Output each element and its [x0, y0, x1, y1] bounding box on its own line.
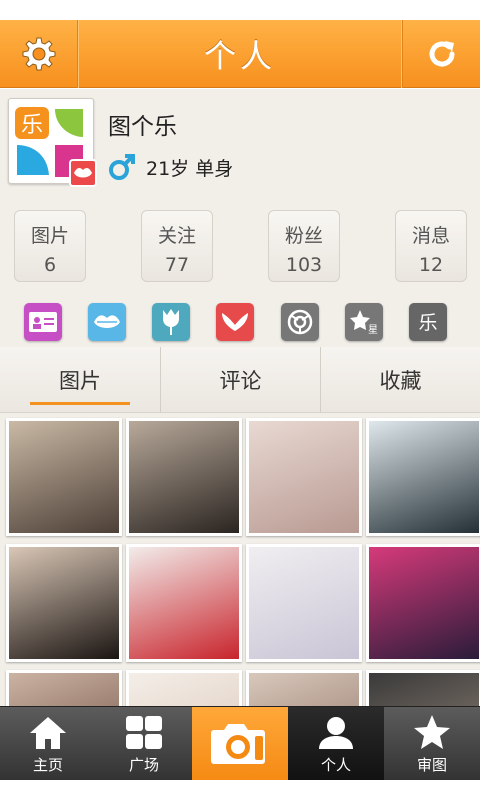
stat-value: 12 — [418, 254, 444, 276]
nav-label: 审图 — [416, 756, 447, 774]
page-title: 个人 — [203, 37, 276, 75]
stat-photos[interactable]: 图片 6 — [14, 210, 86, 282]
tab-favorites[interactable]: 收藏 — [320, 347, 480, 413]
content-area: 乐 图个乐 21岁 单身 图片 6 关注 77 粉丝 103 消息 12 星 乐… — [0, 89, 480, 706]
stat-label: 图片 — [30, 225, 69, 247]
stats-row: 图片 6 关注 77 粉丝 103 消息 12 — [0, 210, 480, 282]
gear-icon — [22, 37, 55, 71]
age-status: 21岁 单身 — [146, 157, 234, 180]
tab-bar: 图片 评论 收藏 — [0, 347, 480, 413]
settings-button[interactable] — [0, 20, 78, 88]
grid-icon — [126, 716, 162, 749]
contact-card-icon[interactable] — [24, 303, 62, 341]
photo-grid — [0, 414, 480, 706]
svg-text:星: 星 — [368, 324, 378, 335]
stat-value: 103 — [285, 254, 323, 276]
username: 图个乐 — [108, 114, 177, 140]
svg-text:乐: 乐 — [418, 312, 437, 334]
photo-thumbnail[interactable] — [246, 544, 362, 662]
refresh-icon — [429, 41, 455, 67]
nav-home[interactable]: 主页 — [0, 707, 96, 781]
photo-thumbnail[interactable] — [6, 418, 122, 536]
tulip-icon[interactable] — [152, 303, 190, 341]
lips-icon[interactable] — [88, 303, 126, 341]
stat-messages[interactable]: 消息 12 — [395, 210, 467, 282]
photo-thumbnail[interactable] — [126, 670, 242, 706]
home-icon — [30, 717, 66, 749]
nav-label: 个人 — [320, 756, 351, 774]
stat-label: 关注 — [157, 225, 196, 247]
avatar[interactable]: 乐 — [8, 98, 97, 187]
status-bar — [0, 0, 480, 20]
stat-label: 消息 — [411, 225, 450, 247]
tab-comments[interactable]: 评论 — [160, 347, 320, 413]
stat-followers[interactable]: 粉丝 103 — [268, 210, 340, 282]
photo-thumbnail[interactable] — [246, 670, 362, 706]
nav-label: 广场 — [128, 756, 159, 774]
photo-thumbnail[interactable] — [6, 670, 122, 706]
profile-meta: 21岁 单身 — [108, 153, 233, 181]
lips-badge-icon — [69, 159, 97, 187]
person-icon — [319, 717, 353, 749]
photo-thumbnail[interactable] — [366, 670, 480, 706]
photo-thumbnail[interactable] — [126, 418, 242, 536]
profile-header: 乐 图个乐 21岁 单身 图片 6 关注 77 粉丝 103 消息 12 — [0, 89, 480, 289]
male-symbol-icon — [109, 154, 135, 180]
photo-thumbnail[interactable] — [366, 544, 480, 662]
nav-camera[interactable] — [192, 707, 288, 781]
top-bar: 个人 — [0, 20, 480, 88]
nav-label: 主页 — [32, 756, 63, 774]
photo-thumbnail[interactable] — [366, 418, 480, 536]
system-bar — [0, 780, 480, 800]
nav-square[interactable]: 广场 — [96, 707, 192, 781]
star-icon — [414, 715, 450, 749]
stat-value: 77 — [164, 254, 190, 276]
camera-lens-icon[interactable] — [281, 303, 319, 341]
photo-thumbnail[interactable] — [246, 418, 362, 536]
photo-thumbnail[interactable] — [6, 544, 122, 662]
nav-personal[interactable]: 个人 — [288, 707, 384, 781]
nav-review[interactable]: 审图 — [384, 707, 480, 781]
star-icon[interactable]: 星 — [345, 303, 383, 341]
svg-text:乐: 乐 — [21, 113, 43, 138]
stat-value: 6 — [43, 254, 57, 276]
bottom-nav: 主页 广场 个人 审图 — [0, 706, 480, 781]
refresh-button[interactable] — [402, 20, 480, 88]
wings-icon[interactable] — [216, 303, 254, 341]
stat-following[interactable]: 关注 77 — [141, 210, 213, 282]
photo-thumbnail[interactable] — [126, 544, 242, 662]
tab-photos[interactable]: 图片 — [0, 347, 160, 413]
camera-icon — [211, 724, 265, 764]
tool-icons-row: 星 乐 — [0, 303, 480, 343]
stat-label: 粉丝 — [284, 225, 323, 247]
le-icon[interactable]: 乐 — [409, 303, 447, 341]
